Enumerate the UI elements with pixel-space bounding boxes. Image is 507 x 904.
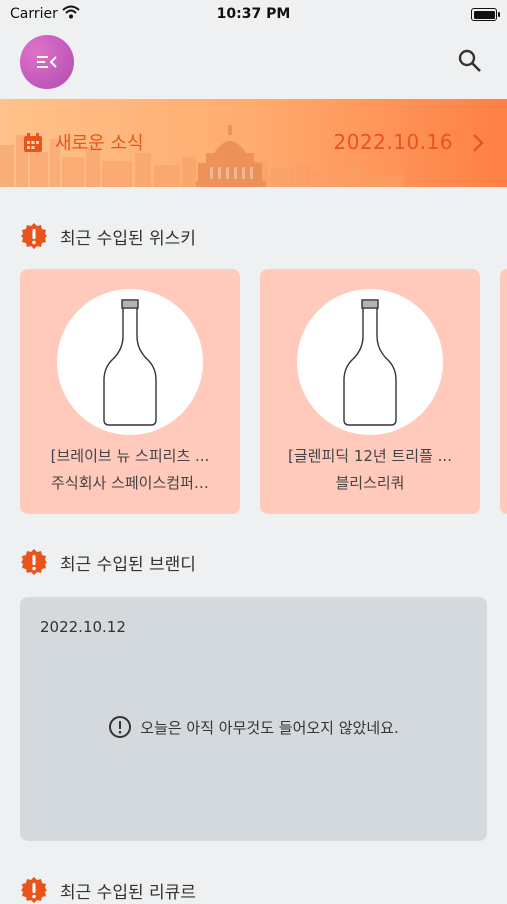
bottle-icon <box>343 299 397 426</box>
whisky-card[interactable]: [글렌피딕 12년 트리플 ... 블리스리쿼 <box>260 269 480 514</box>
bottle-icon <box>103 299 157 426</box>
section-title-brandy: 최근 수입된 브랜디 <box>60 554 196 575</box>
warning-badge-icon <box>21 549 47 575</box>
whisky-card-peek[interactable] <box>500 269 507 514</box>
status-bar: Carrier 10:37 PM <box>0 0 507 30</box>
whisky-card[interactable]: [브레이브 뉴 스피리츠 ... 주식회사 스페이스컴퍼… <box>20 269 240 514</box>
section-title-whisky: 최근 수입된 위스키 <box>60 228 196 249</box>
whisky-name: [글렌피딕 12년 트리플 ... <box>288 447 452 465</box>
news-date: 2022.10.16 <box>333 130 453 154</box>
whisky-importer: 블리스리쿼 <box>335 474 405 492</box>
news-banner[interactable]: 새로운 소식 2022.10.16 <box>0 99 507 187</box>
news-title: 새로운 소식 <box>55 133 144 154</box>
search-icon <box>458 49 481 72</box>
warning-badge-icon <box>21 223 47 249</box>
brandy-date: 2022.10.12 <box>40 618 126 636</box>
whisky-importer: 주식회사 스페이스컴퍼… <box>51 474 209 492</box>
bottle-thumbnail <box>297 289 443 435</box>
section-header-whisky: 최근 수입된 위스키 <box>20 222 196 250</box>
search-button[interactable] <box>457 48 483 74</box>
info-circle-icon <box>109 716 132 738</box>
section-header-brandy: 최근 수입된 브랜디 <box>20 548 196 576</box>
empty-state: 오늘은 아직 아무것도 들어오지 않았네요. <box>20 715 487 739</box>
chevron-right-icon <box>471 132 485 158</box>
bottle-thumbnail <box>57 289 203 435</box>
brandy-empty-card: 2022.10.12 오늘은 아직 아무것도 들어오지 않았네요. <box>20 597 487 841</box>
menu-collapse-icon <box>37 56 57 68</box>
section-title-liqueur: 최근 수입된 리큐르 <box>60 882 196 903</box>
calendar-icon <box>22 132 44 158</box>
battery-icon <box>471 8 500 21</box>
menu-button[interactable] <box>20 35 74 89</box>
whisky-name: [브레이브 뉴 스피리츠 ... <box>50 447 210 465</box>
clock: 10:37 PM <box>216 6 291 22</box>
empty-message: 오늘은 아직 아무것도 들어오지 않았네요. <box>140 718 399 737</box>
